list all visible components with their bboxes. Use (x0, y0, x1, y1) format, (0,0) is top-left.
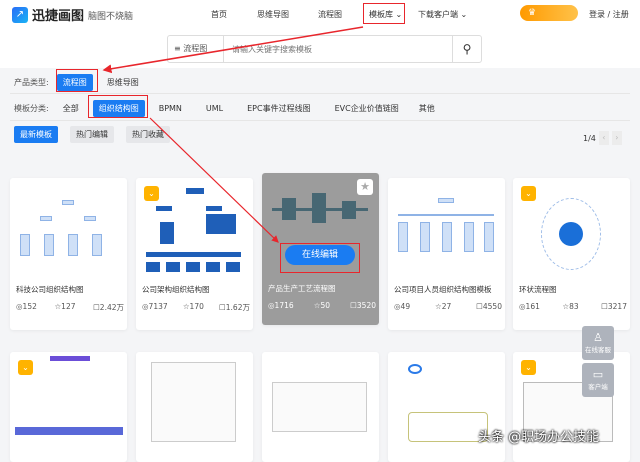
arrow (102, 26, 364, 74)
arrow (149, 117, 279, 243)
annotation-arrows (102, 26, 364, 243)
watermark: 头条 @职场办公技能 (478, 430, 600, 445)
